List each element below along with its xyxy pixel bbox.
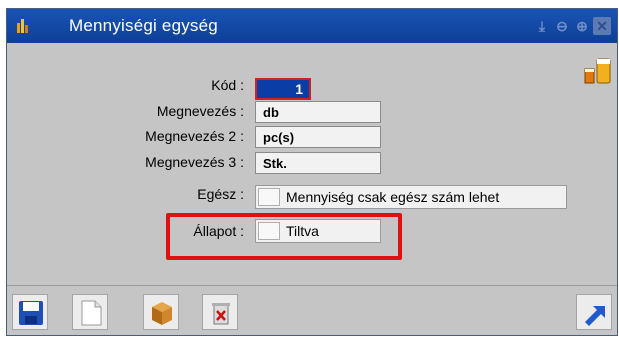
dialog-window: Mennyiségi egység ⤓ ⊖ ⊕ ✕ Kód : 1 Megnev… (6, 8, 618, 336)
exit-arrow-icon (585, 306, 605, 326)
highlight-box (166, 213, 402, 260)
save-icon (19, 301, 43, 325)
zoom-in-icon[interactable]: ⊕ (573, 17, 591, 35)
kod-label: Kód : (211, 77, 244, 93)
megnevezes-label: Megnevezés : (156, 103, 244, 119)
title-tools: ⤓ ⊖ ⊕ ✕ (533, 17, 611, 35)
megnevezes3-input[interactable]: Stk. (255, 152, 381, 174)
egesz-text: Mennyiség csak egész szám lehet (286, 189, 500, 205)
megnevezes2-input[interactable]: pc(s) (255, 126, 381, 148)
close-icon[interactable]: ✕ (593, 17, 611, 35)
title-bar[interactable]: Mennyiségi egység ⤓ ⊖ ⊕ ✕ (7, 9, 617, 43)
package-button[interactable] (143, 294, 179, 330)
egesz-toggle[interactable]: Mennyiség csak egész szám lehet (255, 185, 567, 209)
egesz-checkbox[interactable] (258, 188, 280, 206)
delete-button[interactable] (202, 294, 238, 330)
new-button[interactable] (72, 294, 108, 330)
delete-icon (212, 303, 230, 325)
app-icon (17, 19, 28, 33)
megnevezes2-label: Megnevezés 2 : (145, 128, 244, 144)
download-icon[interactable]: ⤓ (533, 17, 551, 35)
megnevezes3-label: Megnevezés 3 : (145, 154, 244, 170)
beer-icon (584, 58, 611, 84)
egesz-label: Egész : (197, 186, 244, 202)
save-button[interactable] (12, 294, 48, 330)
window-title: Mennyiségi egység (69, 16, 218, 35)
exit-button[interactable] (576, 294, 612, 330)
bottom-toolbar (7, 285, 617, 335)
zoom-out-icon[interactable]: ⊖ (553, 17, 571, 35)
package-icon (152, 302, 172, 325)
megnevezes-input[interactable]: db (255, 101, 381, 123)
new-document-icon (81, 300, 102, 326)
kod-input[interactable]: 1 (255, 78, 311, 100)
